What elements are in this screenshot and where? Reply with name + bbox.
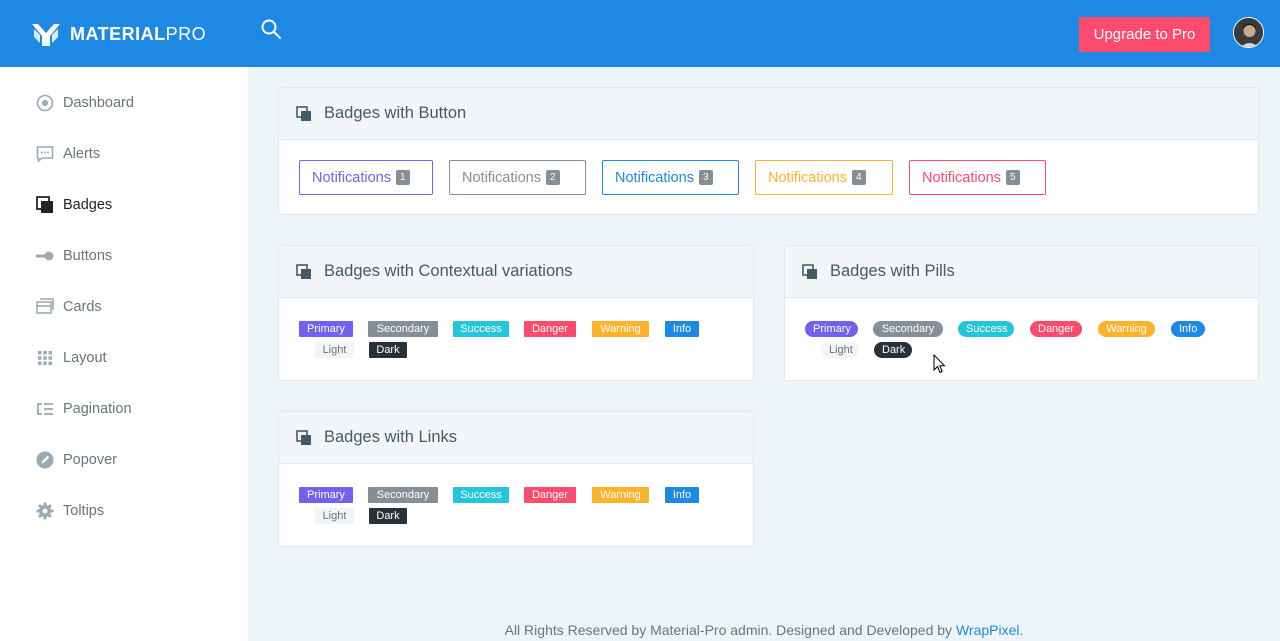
brand-name: MATERIALPRO	[70, 24, 207, 44]
pill-badge-primary: Primary	[805, 321, 858, 337]
sidebar-item-pagination[interactable]: Pagination	[0, 383, 248, 434]
notifications-button-warning[interactable]: Notifications 4	[755, 160, 893, 195]
card-badges-links: Badges with Links Primary Secondary Succ…	[278, 411, 754, 547]
sidebar-item-label: Pagination	[63, 400, 132, 417]
badge-info: Info	[665, 321, 699, 337]
wrappixel-link[interactable]: WrapPixel	[956, 622, 1020, 638]
notification-count-badge: 5	[1005, 170, 1020, 185]
sidebar-item-label: Popover	[63, 451, 118, 468]
target-icon	[36, 94, 54, 112]
sidebar: Dashboard Alerts Badges Buttons Cards La…	[0, 67, 248, 641]
copy-icon	[296, 263, 312, 280]
badge-light: Light	[315, 342, 354, 358]
badge-secondary: Secondary	[368, 321, 438, 337]
sidebar-item-label: Alerts	[63, 145, 101, 162]
badge-dark: Dark	[369, 342, 407, 358]
badge-success: Success	[453, 321, 509, 337]
card-badges-with-button: Badges with Button Notifications 1 Notif…	[278, 87, 1259, 215]
sidebar-item-label: Badges	[63, 196, 113, 213]
pill-badge-light: Light	[821, 342, 859, 358]
copy-icon	[296, 105, 312, 122]
sidebar-item-label: Toltips	[63, 502, 105, 519]
notification-count-badge: 3	[698, 170, 713, 185]
copy-icon	[36, 195, 54, 214]
sidebar-item-label: Cards	[63, 298, 102, 315]
notification-count-badge: 4	[851, 170, 866, 185]
sidebar-item-cards[interactable]: Cards	[0, 281, 248, 332]
link-badge-success[interactable]: Success	[453, 487, 509, 503]
grid-icon	[36, 349, 54, 367]
footer-end: .	[1019, 622, 1024, 638]
sidebar-item-buttons[interactable]: Buttons	[0, 230, 248, 281]
card-header: Badges with Contextual variations	[279, 246, 753, 298]
brand-logo-link[interactable]: MATERIALPRO	[30, 20, 206, 48]
sidebar-item-badges[interactable]: Badges	[0, 179, 248, 230]
top-navbar: MATERIALPRO Upgrade to Pro	[0, 0, 1280, 67]
sidebar-item-label: Layout	[63, 349, 107, 366]
sidebar-item-label: Buttons	[63, 247, 113, 264]
pill-badge-info: Info	[1171, 321, 1205, 337]
notification-count-badge: 2	[545, 170, 560, 185]
button-label: Notifications	[768, 169, 847, 186]
sidebar-item-layout[interactable]: Layout	[0, 332, 248, 383]
button-label: Notifications	[312, 169, 391, 186]
link-badge-warning[interactable]: Warning	[592, 487, 649, 503]
footer-text: All Rights Reserved by Material-Pro admi…	[504, 622, 956, 638]
link-badge-dark[interactable]: Dark	[369, 508, 407, 524]
footer: All Rights Reserved by Material-Pro admi…	[248, 622, 1280, 638]
copy-icon	[296, 429, 312, 446]
card-header: Badges with Button	[279, 88, 1258, 140]
cards-icon	[36, 297, 54, 316]
link-badge-info[interactable]: Info	[665, 487, 699, 503]
sidebar-item-toltips[interactable]: Toltips	[0, 485, 248, 536]
card-title: Badges with Contextual variations	[324, 262, 573, 280]
upgrade-to-pro-button[interactable]: Upgrade to Pro	[1079, 17, 1210, 52]
notification-count-badge: 1	[395, 170, 410, 185]
card-header: Badges with Links	[279, 412, 753, 464]
pen-icon	[36, 451, 54, 469]
card-title: Badges with Pills	[830, 262, 955, 280]
card-badges-pills: Badges with Pills Primary Secondary Succ…	[784, 245, 1259, 381]
link-badge-light[interactable]: Light	[315, 508, 354, 524]
message-icon	[36, 145, 54, 163]
sidebar-item-popover[interactable]: Popover	[0, 434, 248, 485]
card-header: Badges with Pills	[785, 246, 1258, 298]
sidebar-item-alerts[interactable]: Alerts	[0, 128, 248, 179]
sidebar-item-label: Dashboard	[63, 94, 134, 111]
sidebar-item-dashboard[interactable]: Dashboard	[0, 77, 248, 128]
search-icon[interactable]	[260, 18, 286, 44]
pill-badge-danger: Danger	[1030, 321, 1082, 337]
card-title: Badges with Button	[324, 104, 467, 122]
button-label: Notifications	[615, 169, 694, 186]
notifications-button-danger[interactable]: Notifications 5	[909, 160, 1046, 195]
gear-icon	[36, 502, 54, 520]
card-title: Badges with Links	[324, 428, 457, 446]
notifications-button-secondary[interactable]: Notifications 2	[449, 160, 586, 195]
pill-badge-secondary: Secondary	[873, 321, 943, 337]
link-badge-danger[interactable]: Danger	[524, 487, 576, 503]
link-badge-secondary[interactable]: Secondary	[368, 487, 438, 503]
copy-icon	[802, 263, 818, 280]
user-avatar[interactable]	[1233, 17, 1264, 48]
badge-danger: Danger	[524, 321, 576, 337]
list-icon	[36, 400, 54, 418]
pill-badge-dark: Dark	[874, 342, 912, 358]
link-badge-primary[interactable]: Primary	[299, 487, 353, 503]
notifications-button-info[interactable]: Notifications 3	[602, 160, 739, 195]
material-pro-logo-icon	[32, 24, 60, 46]
badge-warning: Warning	[592, 321, 649, 337]
notifications-button-primary[interactable]: Notifications 1	[299, 160, 433, 195]
button-label: Notifications	[462, 169, 541, 186]
pill-badge-warning: Warning	[1098, 321, 1155, 337]
toggle-icon	[36, 247, 54, 265]
button-label: Notifications	[922, 169, 1001, 186]
pill-badge-success: Success	[958, 321, 1014, 337]
card-badges-contextual: Badges with Contextual variations Primar…	[278, 245, 754, 381]
mouse-cursor-icon	[933, 354, 946, 374]
badge-primary: Primary	[299, 321, 353, 337]
